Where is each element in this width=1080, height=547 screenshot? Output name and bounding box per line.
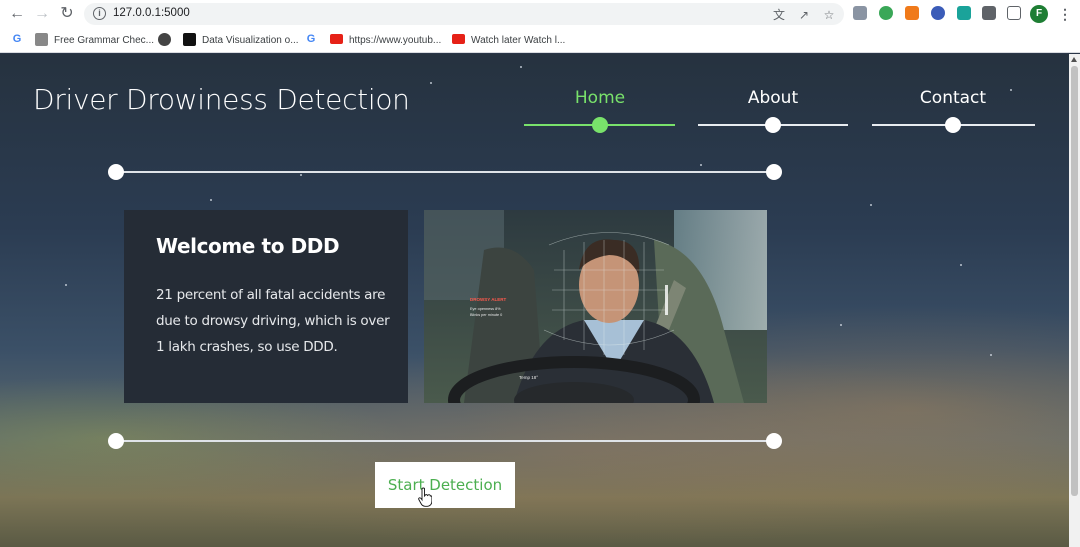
browser-menu-icon[interactable]: ⋮ — [1058, 4, 1072, 24]
bookmarks-bar: G Free Grammar Chec... Data Visualizatio… — [0, 28, 1080, 53]
side-panel-icon[interactable] — [1007, 6, 1021, 20]
nav-home[interactable]: Home — [560, 88, 640, 108]
hud-alert-label: DROWSY ALERT — [470, 297, 507, 302]
nav-home-indicator — [592, 117, 608, 133]
bookmark-youtube[interactable]: https://www.youtub... — [330, 33, 441, 48]
bottom-divider — [116, 440, 774, 442]
browser-toolbar: ← → ↻ i 127.0.0.1:5000 文 ↗ ☆ F ⋮ — [0, 0, 1080, 28]
scroll-up-arrow-icon[interactable] — [1071, 57, 1077, 62]
back-icon[interactable]: ← — [8, 5, 26, 23]
bookmark-watch-later[interactable]: Watch later Watch l... — [452, 33, 565, 48]
bookmark-grammar[interactable]: Free Grammar Chec... — [35, 32, 155, 48]
page-scrollbar[interactable] — [1069, 54, 1080, 547]
site-title: Driver Drowiness Detection — [33, 83, 410, 116]
forward-icon[interactable]: → — [33, 5, 51, 23]
apps-google-icon[interactable]: G — [12, 32, 28, 48]
divider-dot-left-bottom — [108, 433, 124, 449]
youtube-icon — [330, 34, 343, 45]
site-info-icon[interactable]: i — [93, 7, 106, 20]
welcome-text: 21 percent of all fatal accidents are du… — [156, 287, 390, 355]
bookmark-label: Watch later Watch l... — [471, 35, 566, 46]
google-icon[interactable]: G — [306, 32, 322, 48]
profile-avatar[interactable]: F — [1030, 5, 1048, 23]
start-detection-button[interactable]: Start Detection — [375, 462, 515, 508]
page-background: Driver Drowiness Detection Home About Co… — [0, 54, 1069, 547]
nav-contact-indicator — [945, 117, 961, 133]
nav-about-indicator — [765, 117, 781, 133]
grammar-icon — [35, 32, 48, 46]
top-divider — [116, 171, 774, 173]
nav-contact[interactable]: Contact — [913, 88, 993, 108]
scroll-thumb[interactable] — [1071, 66, 1078, 496]
extension-chat-icon[interactable] — [957, 6, 971, 20]
hero-image: DROWSY ALERT Eye openness 8% Blinks per … — [424, 210, 767, 403]
extensions-puzzle-icon[interactable] — [982, 6, 996, 20]
divider-dot-right-bottom — [766, 433, 782, 449]
extension-brave-icon[interactable] — [905, 6, 919, 20]
welcome-card: Welcome to DDD 21 percent of all fatal a… — [124, 210, 408, 403]
address-bar[interactable]: i 127.0.0.1:5000 文 ↗ ☆ — [84, 3, 844, 25]
globe-icon[interactable] — [158, 32, 177, 48]
bookmark-label: https://www.youtub... — [349, 35, 442, 46]
hud-temp: Temp 18° — [519, 375, 538, 380]
translate-icon[interactable]: 文 — [772, 8, 786, 22]
bookmark-label: Data Visualization o... — [202, 35, 299, 46]
bookmark-label: Free Grammar Chec... — [54, 35, 155, 46]
bookmark-star-icon[interactable]: ☆ — [822, 8, 836, 22]
extension-screenshot-icon[interactable] — [853, 6, 867, 20]
youtube-icon — [452, 34, 465, 45]
bookmark-data-visualization[interactable]: Data Visualization o... — [183, 32, 299, 48]
nav-about[interactable]: About — [733, 88, 813, 108]
data-viz-icon — [183, 32, 196, 46]
divider-dot-right — [766, 164, 782, 180]
hand-cursor-icon — [418, 487, 432, 507]
extension-grammarly-icon[interactable] — [879, 6, 893, 20]
url-text[interactable]: 127.0.0.1:5000 — [113, 7, 190, 19]
welcome-title: Welcome to DDD — [156, 234, 340, 258]
share-icon[interactable]: ↗ — [797, 8, 811, 22]
hud-line-2: Blinks per minute 0 — [470, 313, 502, 317]
reload-icon[interactable]: ↻ — [58, 5, 76, 23]
hud-line-1: Eye openness 8% — [470, 307, 501, 311]
extension-vpn-icon[interactable] — [931, 6, 945, 20]
divider-dot-left — [108, 164, 124, 180]
